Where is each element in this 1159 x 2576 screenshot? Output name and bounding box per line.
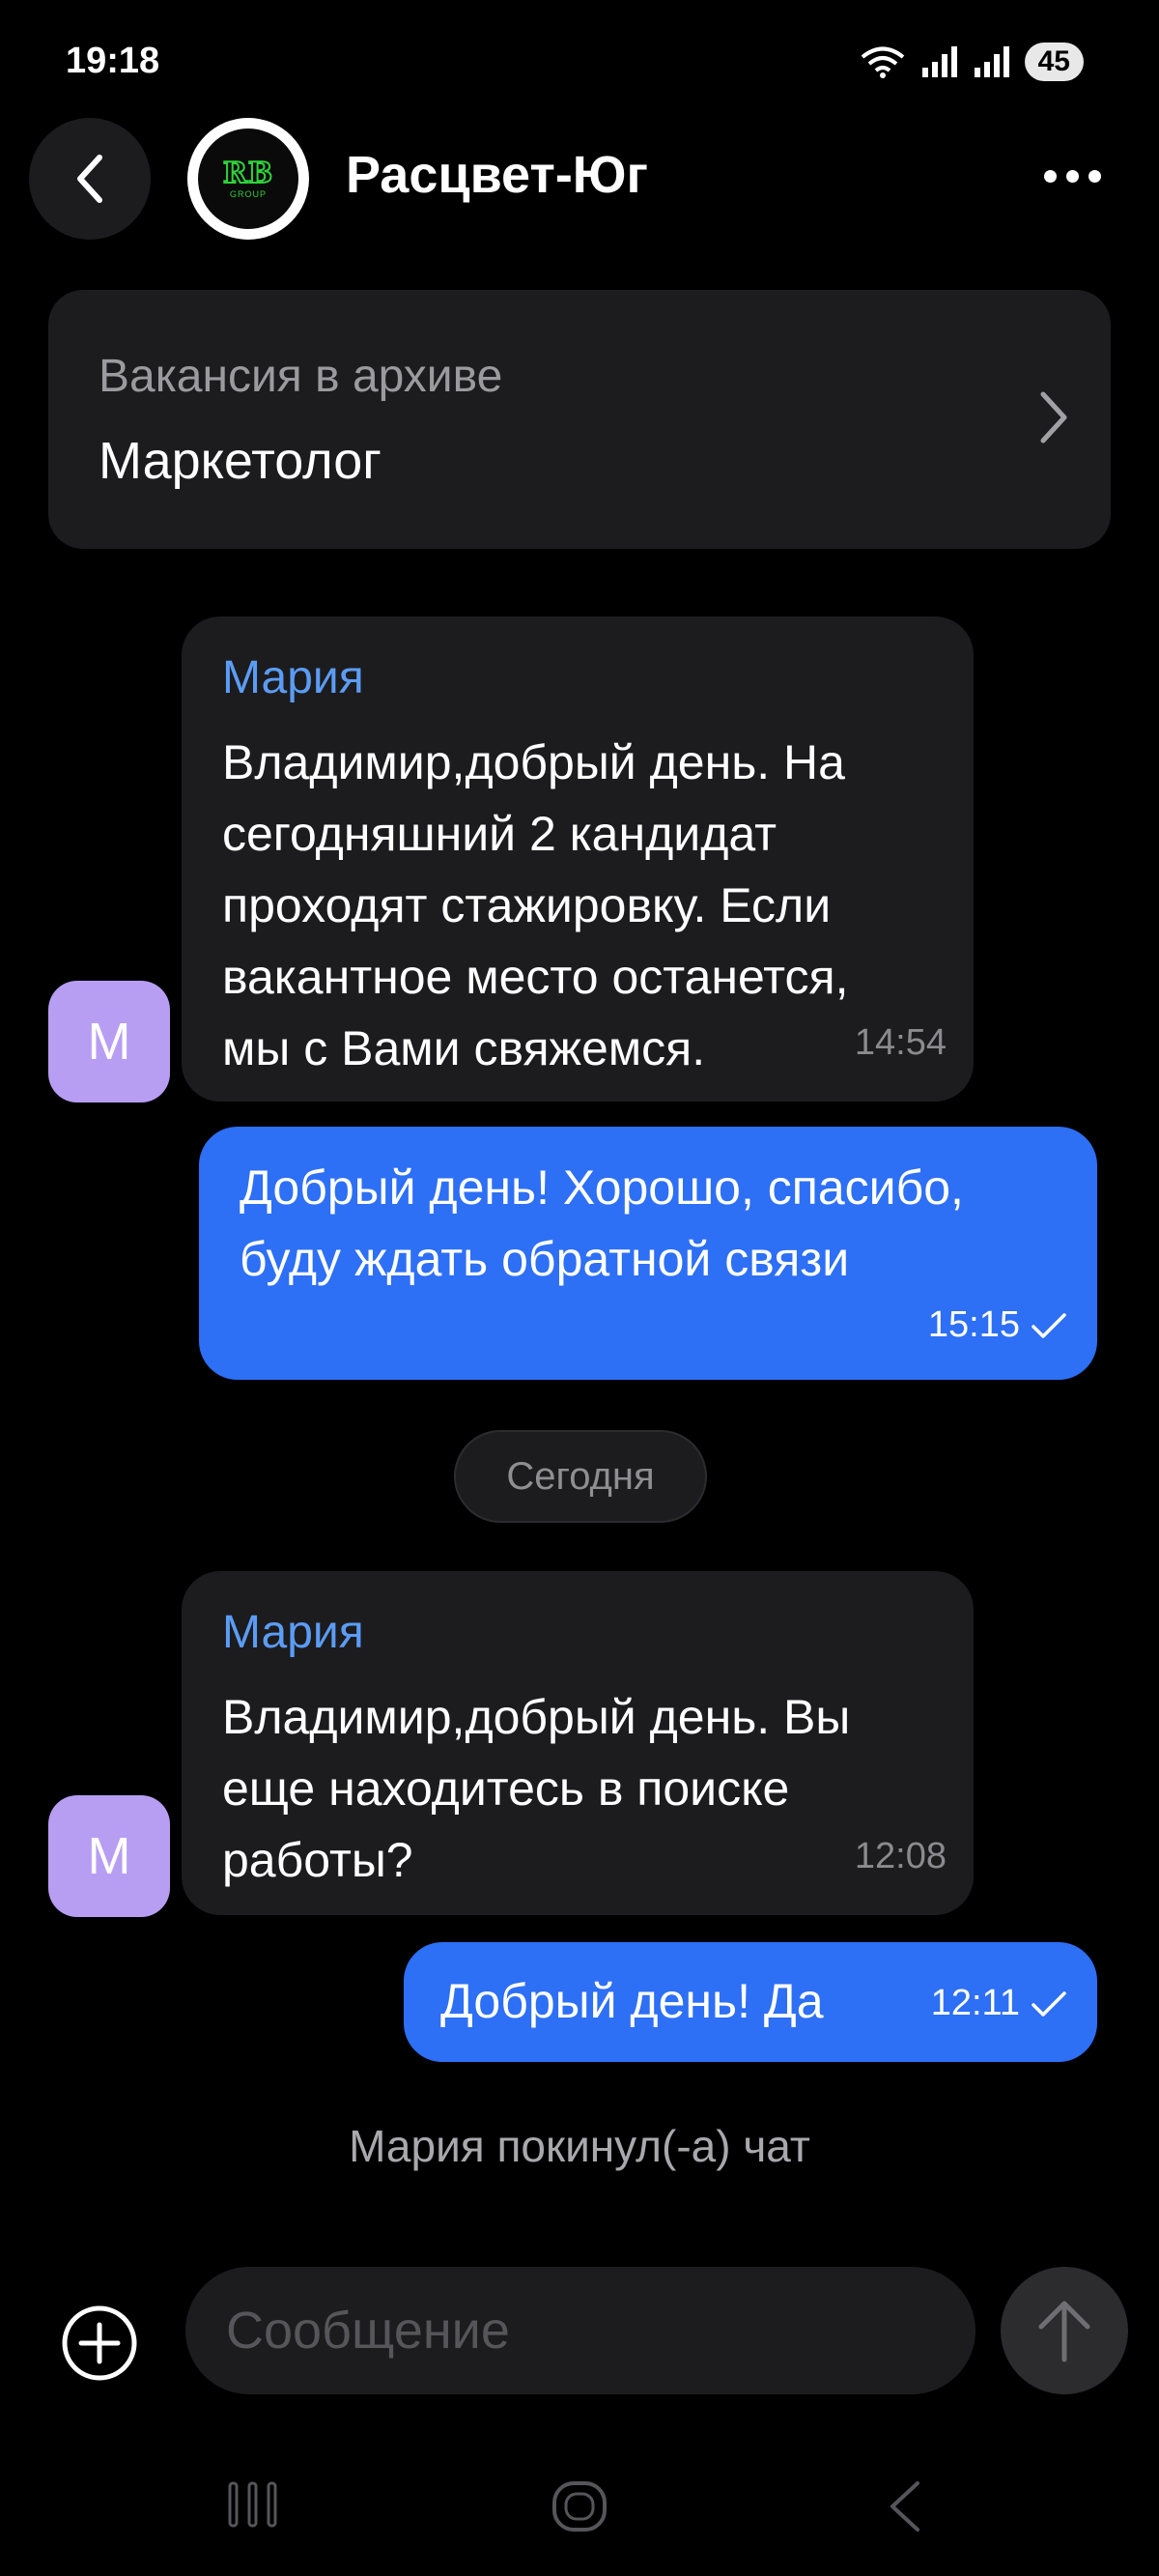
message-bubble-incoming[interactable]: Мария Владимир,добрый день. Вы еще наход… [182,1571,974,1915]
home-icon[interactable] [551,2479,608,2533]
logo-text: RB [222,157,274,190]
sender-name: Мария [222,652,364,703]
message-line: еще находитесь в поиске [222,1761,790,1816]
vacancy-title: Маркетолог [99,432,382,490]
more-icon-dot [1066,170,1079,183]
message-bubble-incoming[interactable]: Мария Владимир,добрый день. На сегодняшн… [182,616,974,1102]
message-time: 15:15 [927,1304,1020,1345]
sender-avatar[interactable]: М [48,1795,170,1917]
more-icon-dot [1088,170,1101,183]
message-meta: 15:15 [928,1304,1068,1346]
message-line: сегодняшний 2 кандидат [222,807,777,861]
message-text: Добрый день! Хорошо, спасибо, буду ждать… [240,1152,964,1295]
date-separator: Сегодня [454,1430,707,1523]
message-line: вакантное место останется, [222,950,849,1004]
message-input[interactable] [185,2267,975,2394]
check-icon [1032,1990,1066,2017]
attach-button[interactable] [60,2304,139,2388]
message-line: работы? [222,1833,413,1887]
system-note: Мария покинул(-а) чат [349,2121,810,2171]
back-nav-icon[interactable] [885,2477,923,2535]
chat-title[interactable]: Расцвет-Юг [346,145,648,205]
plus-circle-icon [62,2305,137,2381]
arrow-up-icon [1038,2301,1090,2362]
back-chevron-icon [77,155,102,203]
message-text: Добрый день! Да [440,1974,824,2028]
status-time: 19:18 [66,41,160,81]
message-line: проходят стажировку. Если [222,878,832,932]
signal-icon [974,46,1009,77]
logo-subtext: GROUP [229,189,267,199]
message-bubble-outgoing[interactable]: Добрый день! Да 12:11 [404,1942,1097,2062]
message-time: 12:11 [930,1983,1020,2023]
message-line: мы с Вами свяжемся. [222,1021,706,1075]
message-text: Владимир,добрый день. Вы еще находитесь … [222,1681,850,1896]
send-button[interactable] [1001,2267,1128,2394]
battery-indicator: 45 [1024,43,1084,81]
message-meta: 12:11 [931,1983,1068,2024]
message-text: Владимир,добрый день. На сегодняшний 2 к… [222,727,848,1084]
chevron-right-icon [1040,391,1067,444]
logo-badge: RB GROUP [198,129,298,229]
status-icons: 45 [859,43,1084,81]
recent-apps-icon[interactable] [226,2479,280,2530]
vacancy-status: Вакансия в архиве [99,351,503,402]
message-line: Добрый день! Хорошо, спасибо, [240,1160,964,1215]
wifi-icon [861,46,904,78]
company-logo[interactable]: RB GROUP [187,118,309,240]
message-bubble-outgoing[interactable]: Добрый день! Хорошо, спасибо, буду ждать… [199,1127,1097,1380]
message-time: 14:54 [854,1022,947,1063]
back-button[interactable] [29,118,151,240]
signal-icon [921,46,957,77]
message-line: Владимир,добрый день. На [222,735,845,789]
check-icon [1032,1312,1066,1338]
more-icon [1044,170,1057,183]
message-time: 12:08 [854,1836,947,1876]
system-navigation-bar [0,2394,1159,2576]
sender-name: Мария [222,1607,364,1658]
message-line: буду ждать обратной связи [240,1232,850,1286]
message-line: Владимир,добрый день. Вы [222,1690,851,1744]
more-button[interactable] [1044,170,1101,183]
vacancy-card[interactable]: Вакансия в архиве Маркетолог [48,290,1111,549]
sender-avatar[interactable]: М [48,981,170,1102]
